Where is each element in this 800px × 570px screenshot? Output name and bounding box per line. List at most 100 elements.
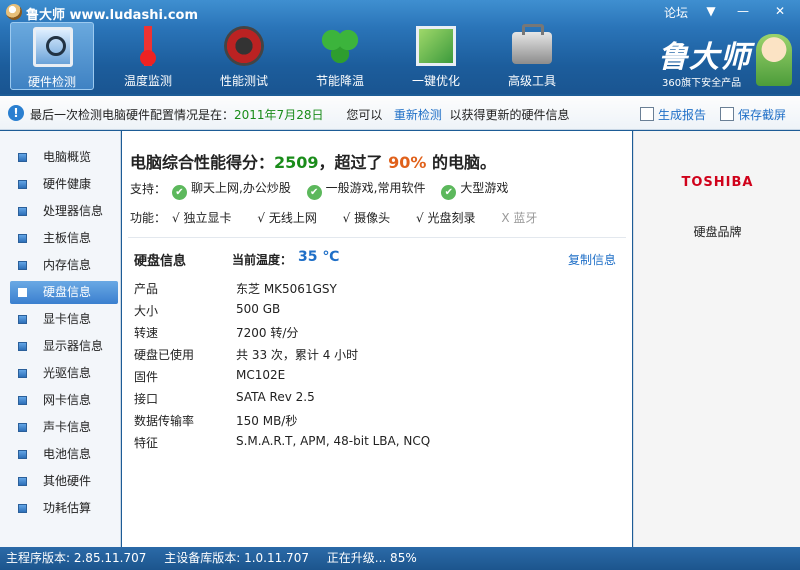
last-detect-prefix: 最后一次检测电脑硬件配置情况是在：: [30, 108, 235, 122]
retest-link[interactable]: 重新检测: [394, 108, 442, 122]
function-item-label: 光盘刻录: [427, 211, 476, 225]
sidebar-item-label: 显卡信息: [43, 312, 92, 326]
spec-value: S.M.A.R.T, APM, 48-bit LBA, NCQ: [236, 434, 431, 448]
bullet-icon: [18, 396, 27, 405]
sidebar-item-optical[interactable]: 光驱信息: [10, 362, 118, 385]
camera-icon: [720, 107, 734, 121]
sidebar-item-motherboard[interactable]: 主板信息: [10, 227, 118, 250]
last-detect-date: 2011年7月28日: [234, 108, 324, 122]
sidebar-item-health[interactable]: 硬件健康: [10, 173, 118, 196]
window-title: 鲁大师 www.ludashi.com: [26, 8, 199, 23]
nav-temperature[interactable]: 温度监测: [106, 22, 190, 90]
report-icon: [640, 107, 654, 121]
spec-value: 共 33 次，累计 4 小时: [236, 348, 359, 362]
sidebar-item-display[interactable]: 显示器信息: [10, 335, 118, 358]
support-item-label: 聊天上网,办公炒股: [191, 181, 291, 195]
bullet-icon: [18, 342, 27, 351]
function-item-unsupported: X 蓝牙: [501, 209, 537, 226]
sidebar: 电脑概览 硬件健康 处理器信息 主板信息 内存信息 硬盘信息 显卡信息 显示器信…: [0, 131, 121, 547]
bullet-icon: [18, 261, 27, 270]
thermometer-icon: [128, 26, 168, 66]
status-bar: 主程序版本: 2.85.11.707 主设备库版本: 1.0.11.707 正在…: [0, 547, 800, 570]
score-mid: ，超过了: [318, 153, 383, 172]
support-item: ✔ 一般游戏,常用软件: [306, 179, 425, 200]
sidebar-item-label: 电池信息: [43, 447, 92, 461]
nav-label: 性能测试: [219, 74, 268, 88]
bullet-icon: [18, 315, 27, 324]
check-mark-icon: √: [257, 211, 265, 225]
spec-key: 转速: [134, 326, 159, 340]
nav-energy-saving[interactable]: 节能降温: [298, 22, 382, 90]
copy-info-link[interactable]: 复制信息: [568, 251, 616, 268]
spec-value: 150 MB/秒: [236, 414, 298, 428]
disk-brand-caption: 硬盘品牌: [693, 225, 742, 239]
sidebar-item-harddisk[interactable]: 硬盘信息: [10, 281, 118, 304]
close-icon[interactable]: ✕: [764, 2, 796, 20]
sidebar-item-network[interactable]: 网卡信息: [10, 389, 118, 412]
sidebar-item-overview[interactable]: 电脑概览: [10, 146, 118, 169]
sidebar-item-sound[interactable]: 声卡信息: [10, 416, 118, 439]
last-detect-text: 最后一次检测电脑硬件配置情况是在：2011年7月28日 您可以 重新检测 以获得…: [30, 106, 570, 123]
sidebar-item-label: 电脑概览: [43, 150, 92, 164]
spec-key: 数据传输率: [134, 414, 195, 428]
nav-optimize[interactable]: 一键优化: [394, 22, 478, 90]
function-list: √ 独立显卡 √ 无线上网 √ 摄像头 √ 光盘刻录 X 蓝牙: [172, 209, 559, 226]
sidebar-item-label: 硬盘信息: [43, 285, 92, 299]
support-item: ✔ 大型游戏: [441, 179, 508, 200]
info-bar: ! 最后一次检测电脑硬件配置情况是在：2011年7月28日 您可以 重新检测 以…: [0, 96, 800, 130]
bullet-icon: [18, 234, 27, 243]
nav-label: 一键优化: [411, 74, 460, 88]
sidebar-item-label: 显示器信息: [43, 339, 104, 353]
app-logo-icon: [6, 4, 22, 20]
upgrade-status: 正在升级... 85%: [326, 551, 417, 565]
sidebar-item-other[interactable]: 其他硬件: [10, 470, 118, 493]
sidebar-item-label: 声卡信息: [43, 420, 92, 434]
mascot-icon: [756, 34, 792, 86]
minimize-icon[interactable]: —: [732, 2, 754, 20]
save-screenshot-button[interactable]: 保存截屏: [720, 106, 786, 123]
nav-label: 高级工具: [507, 74, 556, 88]
title-bar: 鲁大师 www.ludashi.com 论坛 ▼ — ✕: [0, 0, 800, 24]
generate-report-label: 生成报告: [658, 108, 707, 122]
forum-link[interactable]: 论坛: [664, 4, 688, 21]
bullet-icon: [18, 504, 27, 513]
temperature-value: 35 ℃: [298, 249, 340, 265]
menu-dropdown-icon[interactable]: ▼: [700, 2, 722, 20]
temperature-label: 当前温度：: [232, 253, 293, 267]
support-item-label: 大型游戏: [460, 181, 509, 195]
optimize-screen-icon: [416, 26, 456, 66]
nav-advanced-tools[interactable]: 高级工具: [490, 22, 574, 90]
save-screenshot-label: 保存截屏: [738, 108, 787, 122]
sidebar-item-battery[interactable]: 电池信息: [10, 443, 118, 466]
sidebar-item-power[interactable]: 功耗估算: [10, 497, 118, 520]
check-mark-icon: √: [342, 211, 351, 225]
sidebar-item-label: 功耗估算: [43, 501, 92, 515]
check-icon: ✔: [172, 185, 187, 200]
spec-value: 7200 转/分: [236, 326, 299, 340]
function-item-label: 摄像头: [354, 211, 391, 225]
function-item: √ 摄像头: [343, 209, 391, 226]
toolbox-icon: [512, 24, 552, 64]
bullet-icon: [18, 207, 27, 216]
nav-label: 硬件检测: [27, 75, 76, 89]
function-item-label: 蓝牙: [513, 211, 538, 225]
title-toolbar: 鲁大师 www.ludashi.com 论坛 ▼ — ✕ 硬件检测 温度监测 性…: [0, 0, 800, 94]
nav-hardware-detect[interactable]: 硬件检测: [10, 22, 94, 90]
brand-panel: TOSHIBA 硬盘品牌: [633, 131, 800, 547]
spec-key: 产品: [134, 282, 159, 296]
sidebar-item-memory[interactable]: 内存信息: [10, 254, 118, 277]
harddisk-title: 硬盘信息: [134, 254, 187, 269]
support-item: ✔ 聊天上网,办公炒股: [172, 179, 291, 200]
function-item-label: 无线上网: [268, 211, 317, 225]
nav-label: 温度监测: [123, 74, 172, 88]
nav-performance[interactable]: 性能测试: [202, 22, 286, 90]
generate-report-button[interactable]: 生成报告: [640, 106, 706, 123]
check-icon: ✔: [306, 185, 322, 200]
spec-key: 固件: [134, 370, 159, 384]
speed-gauge-icon: [224, 26, 264, 66]
sidebar-item-graphics[interactable]: 显卡信息: [10, 308, 118, 331]
sidebar-item-label: 网卡信息: [43, 393, 92, 407]
function-item: √ 独立显卡: [172, 209, 232, 226]
function-label: 功能：: [130, 211, 167, 225]
sidebar-item-cpu[interactable]: 处理器信息: [10, 200, 118, 223]
